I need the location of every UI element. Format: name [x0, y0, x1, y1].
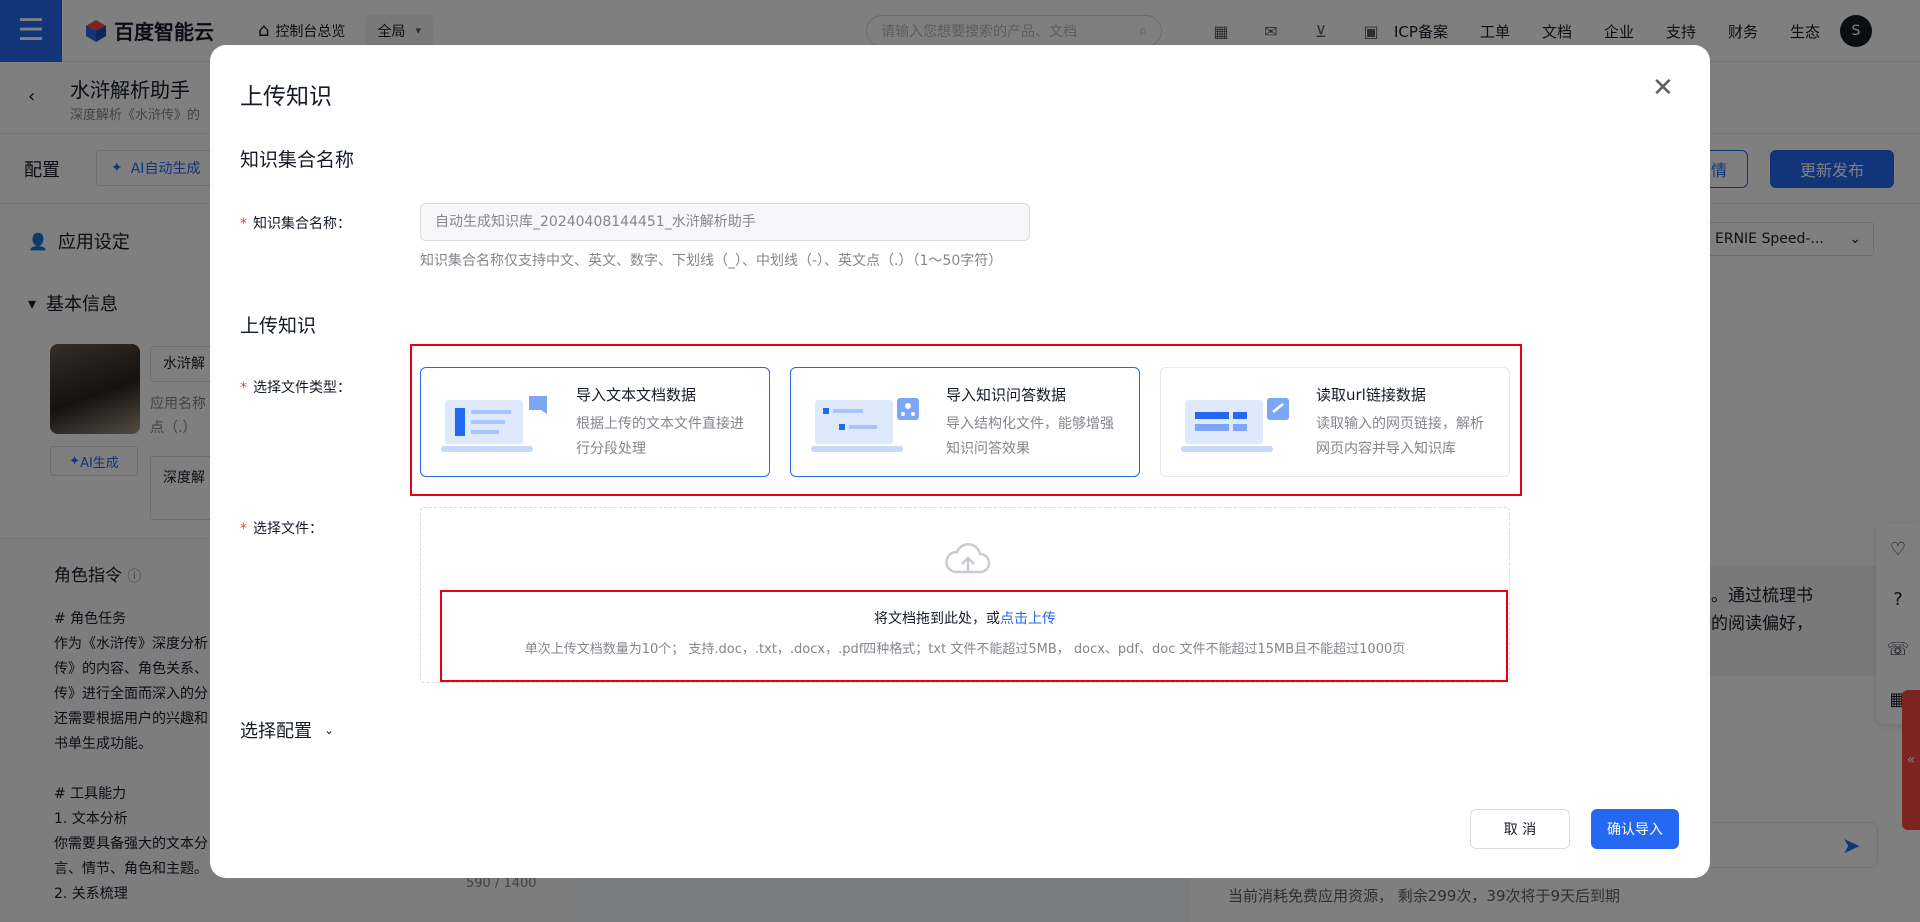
confirm-import-button[interactable]: 确认导入	[1591, 809, 1679, 849]
chevron-down-icon: ⌄	[324, 723, 335, 737]
file-select-label-text: 选择文件：	[253, 521, 323, 537]
close-icon[interactable]: ✕	[1652, 75, 1674, 101]
card-title: 导入知识问答数据	[946, 386, 1067, 404]
dialog-title: 上传知识	[240, 84, 332, 110]
file-select-label: * 选择文件：	[240, 518, 323, 538]
required-mark: *	[240, 380, 247, 396]
required-mark: *	[240, 521, 247, 537]
file-type-label: * 选择文件类型：	[240, 377, 351, 397]
cancel-button[interactable]: 取 消	[1470, 809, 1570, 849]
kb-name-hint: 知识集合名称仅支持中文、英文、数字、下划线（_）、中划线（-）、英文点（.）（1…	[420, 253, 1003, 269]
card-description: 根据上传的文本文件直接进行分段处理	[576, 416, 744, 457]
url-link-illustration-icon	[1181, 398, 1289, 452]
kb-name-input[interactable]: 自动生成知识库_20240408144451_水浒解析助手	[420, 203, 1030, 241]
qa-data-illustration-icon	[811, 398, 919, 452]
card-import-text-doc[interactable]: 导入文本文档数据 根据上传的文本文件直接进行分段处理	[420, 367, 770, 477]
card-description: 导入结构化文件，能够增强知识问答效果	[946, 416, 1114, 457]
drop-text-highlight-box	[440, 590, 1508, 682]
card-import-qa-data[interactable]: 导入知识问答数据 导入结构化文件，能够增强知识问答效果	[790, 367, 1140, 477]
cloud-upload-icon	[945, 543, 991, 574]
select-config-toggle[interactable]: 选择配置 ⌄	[240, 717, 334, 743]
text-document-illustration-icon	[441, 396, 547, 452]
card-title: 导入文本文档数据	[576, 386, 697, 404]
upload-knowledge-dialog: 上传知识 ✕ 知识集合名称 * 知识集合名称： 自动生成知识库_202404081…	[210, 45, 1710, 878]
file-type-label-text: 选择文件类型：	[253, 380, 351, 396]
upload-section-title: 上传知识	[240, 315, 317, 337]
kb-name-label: * 知识集合名称：	[240, 213, 351, 233]
kb-name-label-text: 知识集合名称：	[253, 216, 351, 232]
card-title: 读取url链接数据	[1316, 386, 1426, 404]
card-description: 读取输入的网页链接，解析网页内容并导入知识库	[1316, 416, 1484, 457]
select-config-label: 选择配置	[240, 721, 312, 742]
kb-name-section-title: 知识集合名称	[240, 149, 355, 171]
card-read-url-data[interactable]: 读取url链接数据 读取输入的网页链接，解析网页内容并导入知识库	[1160, 367, 1510, 477]
required-mark: *	[240, 216, 247, 232]
